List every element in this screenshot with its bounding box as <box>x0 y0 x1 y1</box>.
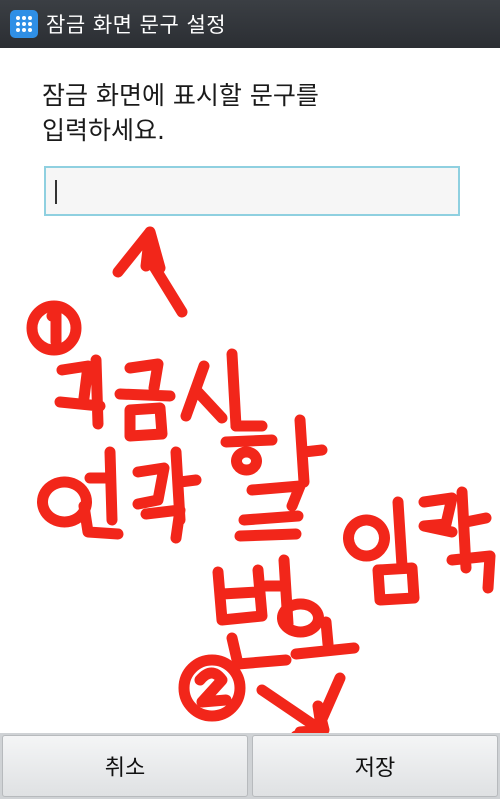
text-caret <box>55 180 57 204</box>
lock-message-input[interactable] <box>46 168 458 214</box>
title-bar: 잠금 화면 문구 설정 <box>0 0 500 48</box>
handwritten-annotation <box>26 226 496 740</box>
grid-app-icon <box>10 10 38 38</box>
button-bar: 취소 저장 <box>0 733 500 799</box>
cancel-button[interactable]: 취소 <box>2 735 248 797</box>
instruction-text: 잠금 화면에 표시할 문구를 입력하세요. <box>42 81 319 145</box>
down-right-arrow-icon <box>256 672 346 740</box>
up-arrow-icon <box>112 226 188 318</box>
page-title: 잠금 화면 문구 설정 <box>46 13 227 37</box>
save-button[interactable]: 저장 <box>252 735 498 797</box>
lock-message-input-container[interactable] <box>44 166 460 216</box>
